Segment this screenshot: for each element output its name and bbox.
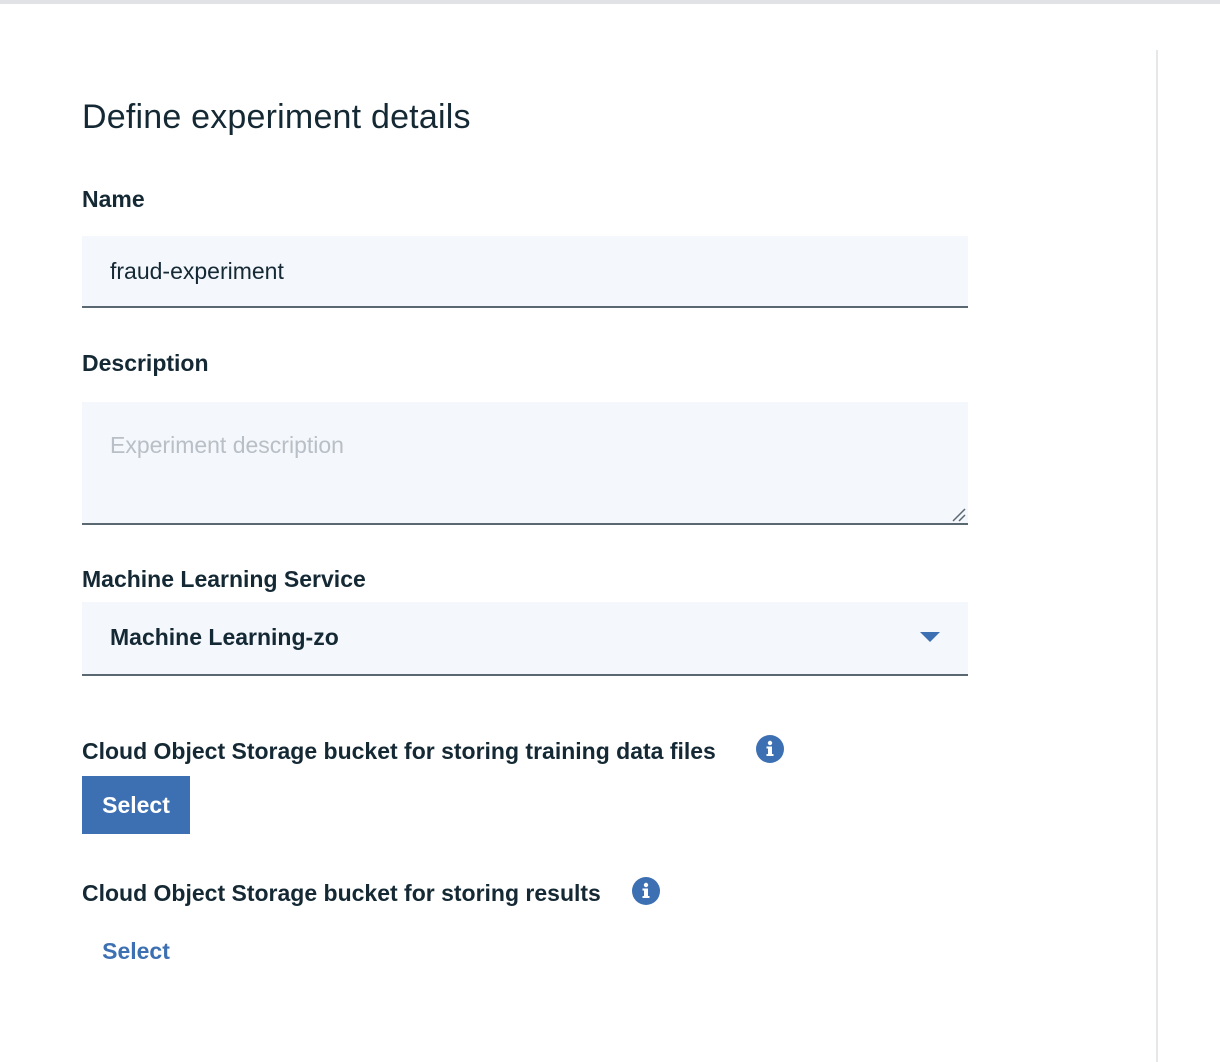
name-label: Name — [82, 186, 145, 212]
resize-handle-icon[interactable] — [950, 506, 966, 522]
ml-service-label: Machine Learning Service — [82, 566, 366, 592]
top-border — [0, 0, 1220, 4]
panel-divider — [1156, 50, 1158, 1062]
info-icon[interactable] — [632, 877, 660, 905]
chevron-down-icon — [920, 632, 940, 642]
ml-service-selected-value: Machine Learning-zo — [110, 624, 339, 650]
page-title: Define experiment details — [82, 98, 471, 136]
training-bucket-label: Cloud Object Storage bucket for storing … — [82, 738, 716, 764]
description-label: Description — [82, 350, 209, 376]
select-training-bucket-button[interactable]: Select — [82, 776, 190, 834]
results-bucket-label: Cloud Object Storage bucket for storing … — [82, 880, 601, 906]
info-icon[interactable] — [756, 735, 784, 763]
select-results-bucket-button[interactable]: Select — [82, 922, 190, 980]
ml-service-select[interactable]: Machine Learning-zo — [82, 602, 968, 676]
name-input[interactable] — [82, 236, 968, 308]
description-textarea[interactable] — [82, 402, 968, 525]
